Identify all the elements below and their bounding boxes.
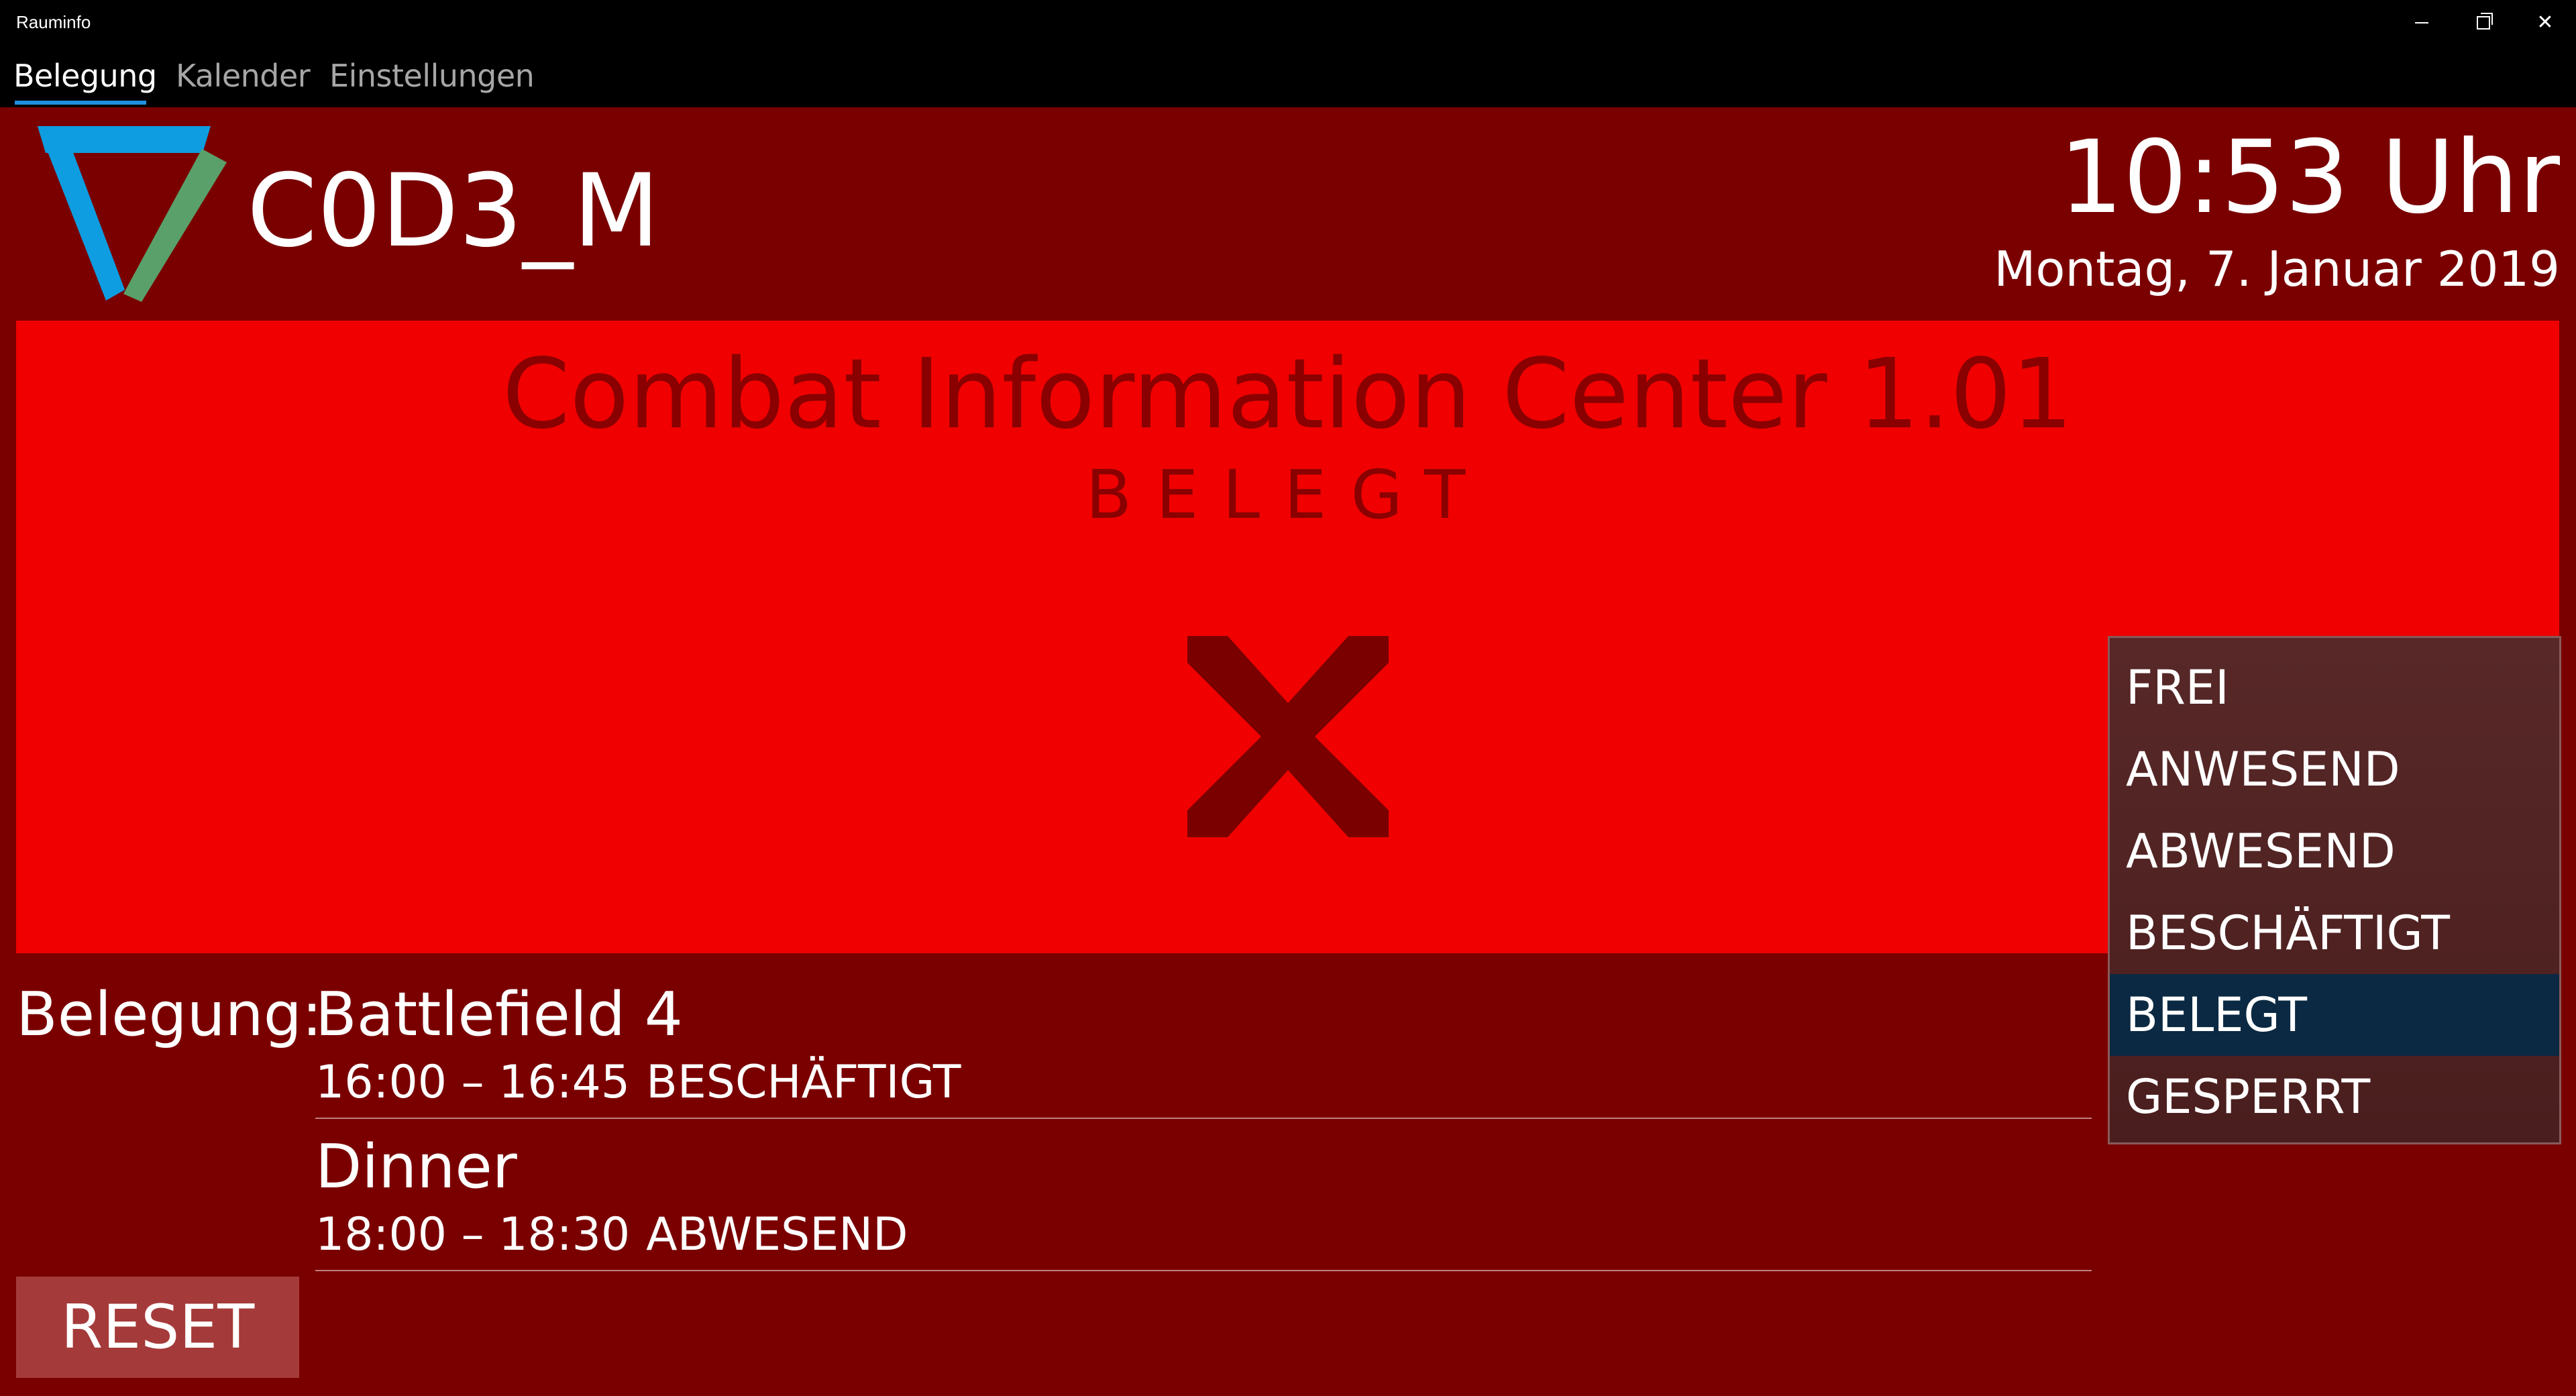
clock-time: 10:53 Uhr (2059, 119, 2560, 236)
menu-item-beschaeftigt[interactable]: BESCHÄFTIGT (2110, 892, 2559, 974)
menu-item-abwesend[interactable]: ABWESEND (2110, 810, 2559, 892)
menu-item-gesperrt[interactable]: GESPERRT (2110, 1056, 2559, 1138)
triangle-logo-icon (38, 126, 227, 302)
booking-item: Battlefield 4 16:00 – 16:45 BESCHÄFTIGT (315, 985, 2092, 1119)
brand-name: C0D3_M (247, 153, 660, 270)
booking-item: Dinner 18:00 – 18:30 ABWESEND (315, 1137, 2092, 1271)
tab-kalender[interactable]: Kalender (176, 58, 311, 94)
booking-state: ABWESEND (646, 1208, 908, 1261)
divider (315, 1118, 2092, 1119)
tab-einstellungen[interactable]: Einstellungen (329, 58, 535, 94)
menu-item-anwesend[interactable]: ANWESEND (2110, 729, 2559, 810)
room-status-label: BELEGT (1085, 455, 1490, 534)
nav-bar: Belegung Kalender Einstellungen (0, 46, 2576, 107)
close-icon: ✕ (2536, 11, 2554, 34)
booking-time-row: 16:00 – 16:45 BESCHÄFTIGT (315, 1060, 2092, 1118)
title-bar: Rauminfo ✕ (0, 0, 2576, 46)
menu-item-belegt[interactable]: BELEGT (2110, 974, 2559, 1056)
app-title: Rauminfo (16, 12, 91, 32)
reset-button[interactable]: RESET (16, 1277, 299, 1378)
booking-time: 18:00 – 18:30 (315, 1208, 631, 1261)
booking-title: Battlefield 4 (315, 979, 683, 1050)
booking-time-row: 18:00 – 18:30 ABWESEND (315, 1212, 2092, 1270)
minimize-icon (2415, 22, 2428, 23)
booking-time: 16:00 – 16:45 (315, 1056, 631, 1109)
booking-state: BESCHÄFTIGT (646, 1056, 961, 1109)
status-menu: FREI ANWESEND ABWESEND BESCHÄFTIGT BELEG… (2108, 636, 2561, 1144)
close-button[interactable]: ✕ (2508, 0, 2576, 46)
room-name: Combat Information Center 1.01 (502, 337, 2074, 450)
tab-belegung[interactable]: Belegung (13, 58, 157, 94)
active-tab-indicator (15, 101, 146, 105)
restore-icon (2477, 13, 2493, 30)
divider (315, 1270, 2092, 1271)
booking-prefix-label: Belegung: (16, 979, 323, 1050)
x-mark-icon (1187, 636, 1389, 837)
booking-title: Dinner (315, 1132, 517, 1202)
menu-item-frei[interactable]: FREI (2110, 647, 2559, 729)
current-date: Montag, 7. Januar 2019 (1994, 241, 2560, 297)
